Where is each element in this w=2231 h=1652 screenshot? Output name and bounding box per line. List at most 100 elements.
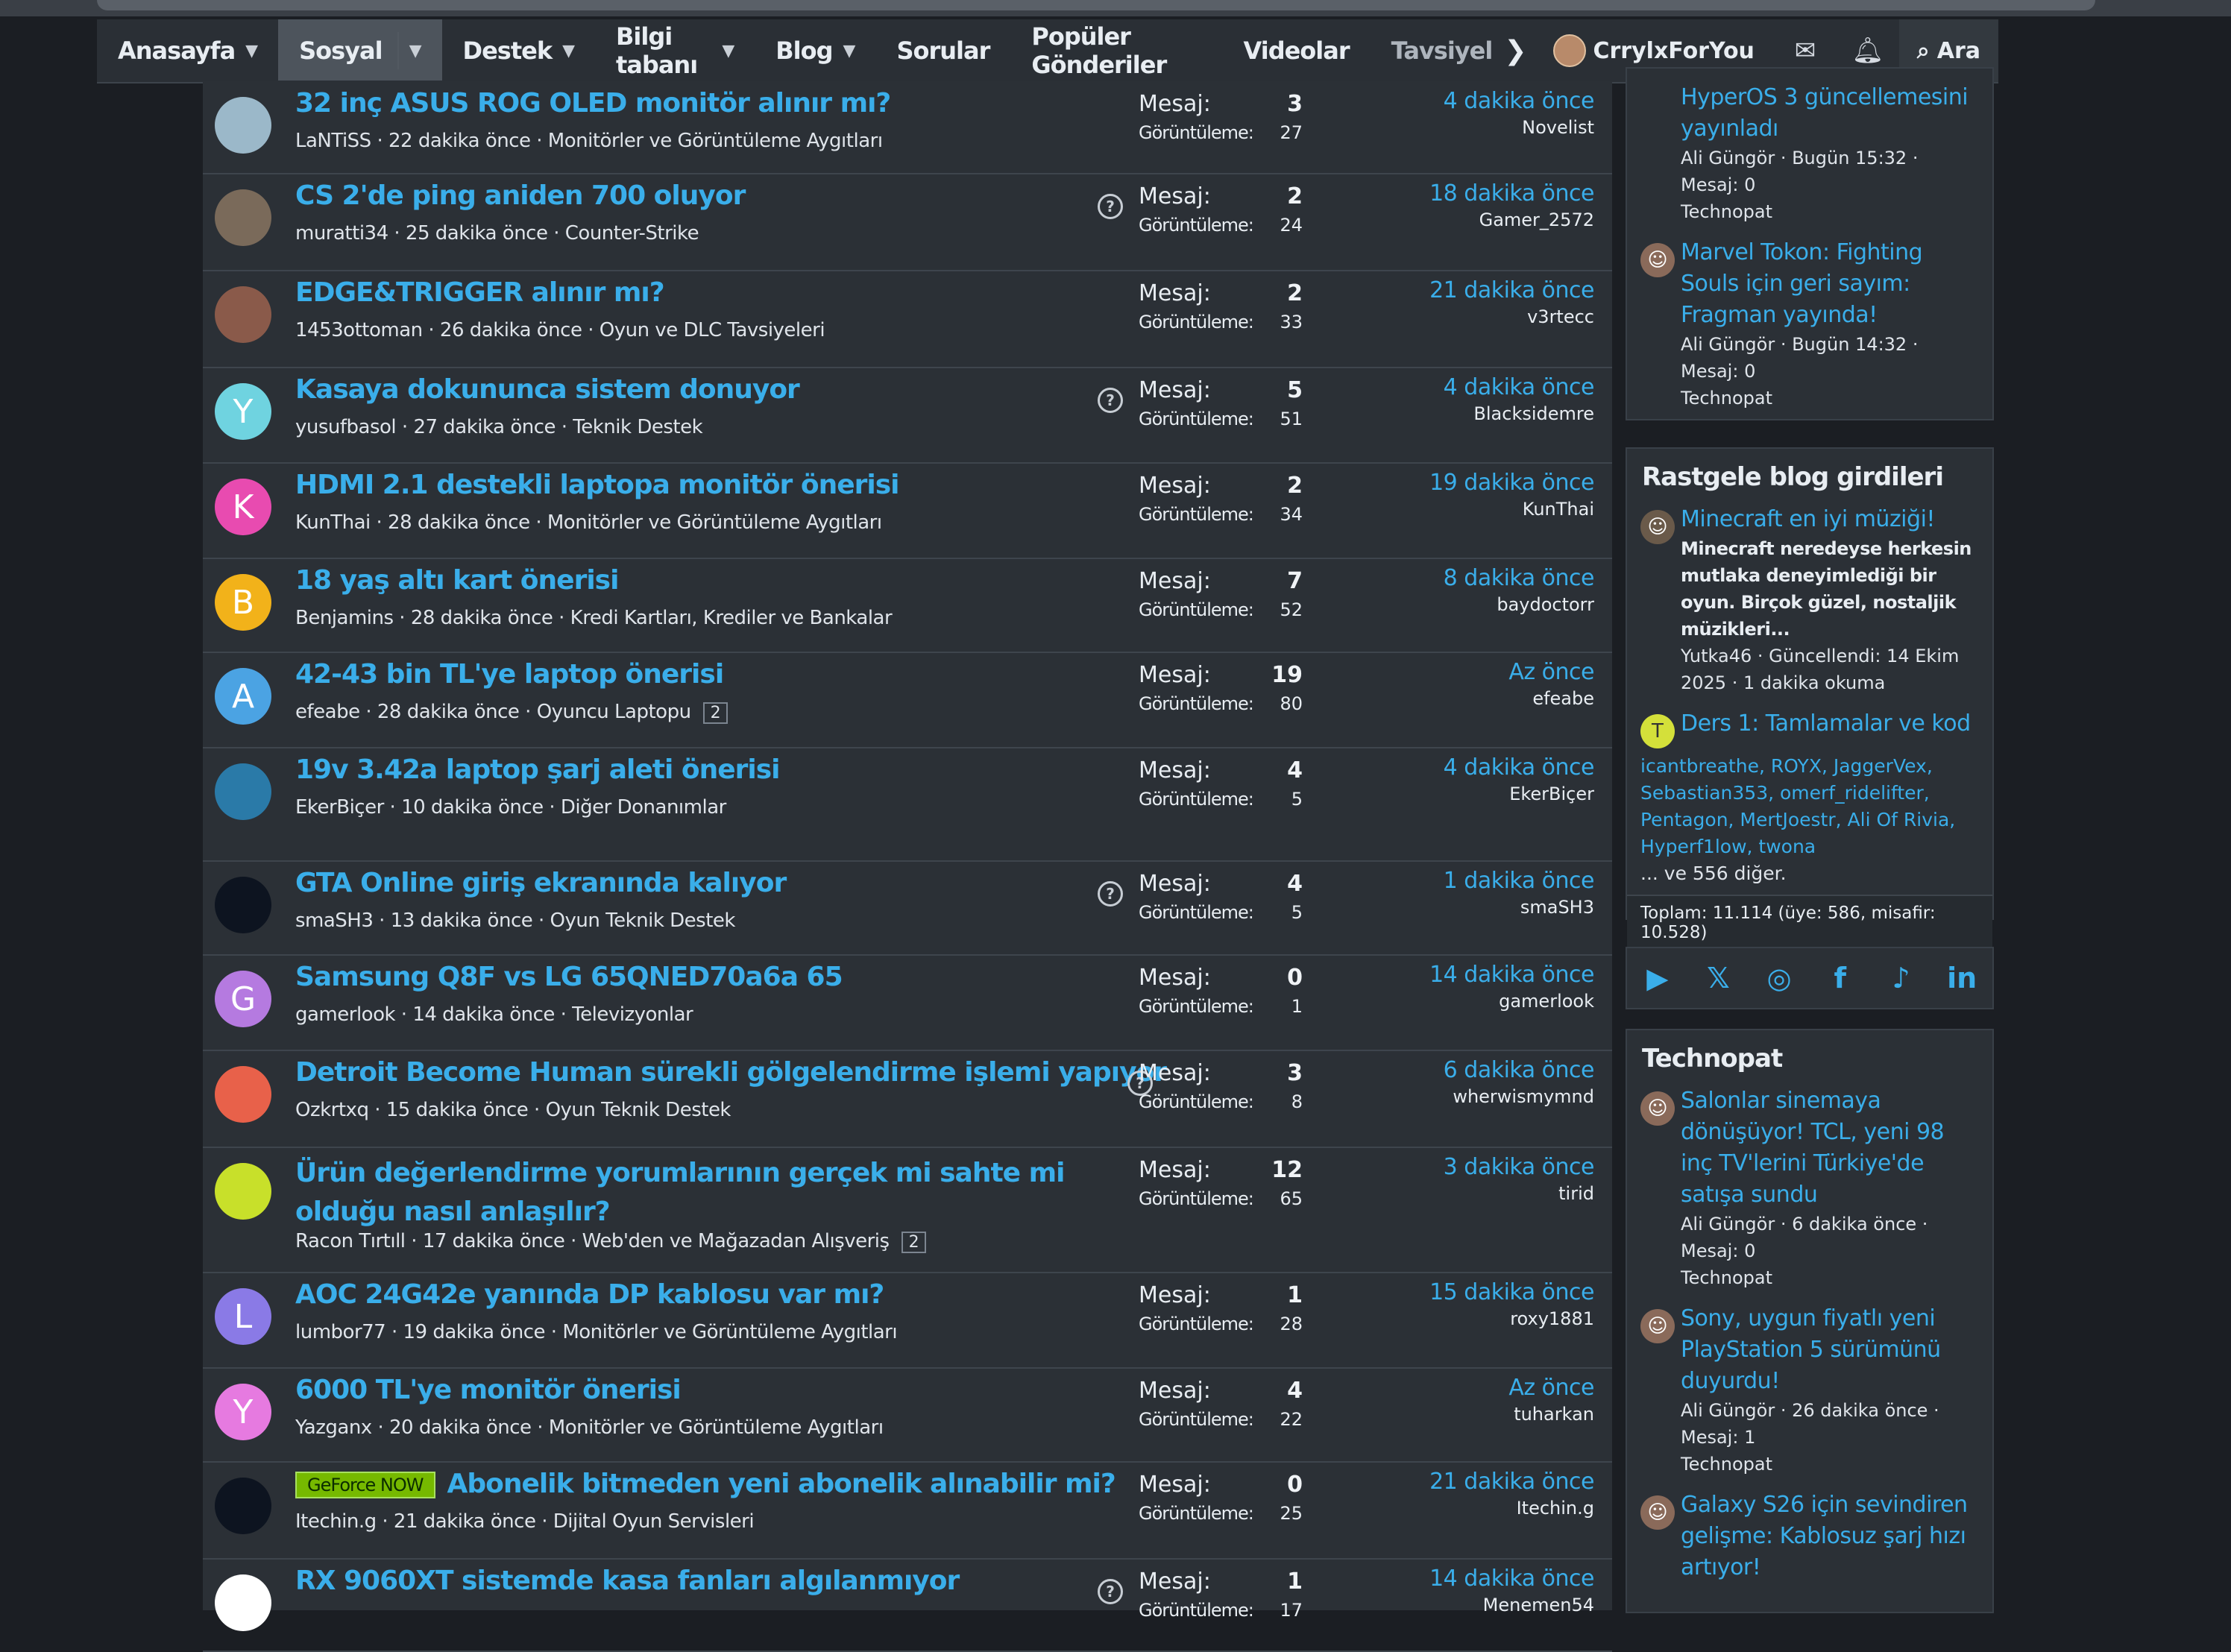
online-users-list[interactable]: icantbreathe, ROYX, JaggerVex, Sebastian…	[1627, 747, 1992, 895]
thread-title[interactable]: Detroit Become Human sürekli gölgelendir…	[295, 1057, 1167, 1088]
news-source[interactable]: Technopat	[1681, 198, 1979, 225]
thread-row[interactable]: CS 2'de ping aniden 700 oluyor muratti34 …	[203, 173, 1612, 271]
thread-title-wrap[interactable]: 42-43 bin TL'ye laptop önerisi	[295, 659, 1250, 690]
chevron-down-icon[interactable]: ▼	[409, 42, 422, 60]
blog-title[interactable]: Ders 1: Tamlamalar ve kod	[1681, 708, 1979, 740]
linkedin-icon[interactable]: in	[1942, 959, 1981, 997]
last-post-time[interactable]: Az önce	[1371, 1375, 1594, 1401]
last-post-time[interactable]: 6 dakika önce	[1371, 1057, 1595, 1083]
last-post[interactable]: 18 dakika önce Gamer_2572	[1371, 180, 1594, 230]
last-post-user[interactable]: tuharkan	[1371, 1404, 1594, 1425]
nav-populer[interactable]: Popüler Gönderiler	[1010, 19, 1222, 82]
last-post[interactable]: 21 dakika önce v3rtecc	[1371, 277, 1594, 327]
online-users[interactable]: icantbreathe, ROYX, JaggerVex, Sebastian…	[1640, 755, 1955, 857]
chevron-down-icon[interactable]: ▼	[722, 42, 734, 60]
nav-sorular[interactable]: Sorular	[875, 19, 1010, 82]
last-post[interactable]: 3 dakika önce tirid	[1371, 1154, 1595, 1204]
last-post-user[interactable]: roxy1881	[1371, 1308, 1594, 1329]
thread-row[interactable]: L AOC 24G42e yanında DP kablosu var mı? lu…	[203, 1272, 1612, 1369]
thread-title-wrap[interactable]: HDMI 2.1 destekli laptopa monitör öneris…	[295, 470, 1250, 500]
news-title[interactable]: Salonlar sinemaya dönüşüyor! TCL, yeni 9…	[1681, 1085, 1979, 1211]
blog-entry[interactable]: ☺ Minecraft en iyi müziği! Minecraft ner…	[1627, 499, 1992, 704]
last-post-time[interactable]: 15 dakika önce	[1371, 1279, 1594, 1305]
avatar[interactable]: Y	[215, 383, 271, 440]
last-post[interactable]: 6 dakika önce wherwismymnd	[1371, 1057, 1595, 1107]
news-item[interactable]: ☺ Marvel Tokon: Fighting Souls için geri…	[1627, 233, 1992, 419]
last-post[interactable]: 19 dakika önce KunThai	[1371, 470, 1594, 520]
avatar[interactable]	[215, 189, 271, 246]
nav-scroll-right[interactable]: ❯	[1497, 19, 1533, 82]
youtube-icon[interactable]: ▶	[1638, 959, 1677, 997]
last-post-time[interactable]: 18 dakika önce	[1371, 180, 1594, 206]
last-post-time[interactable]: 21 dakika önce	[1371, 277, 1594, 303]
thread-row[interactable]: Y 6000 TL'ye monitör önerisi Yazganx · 20 …	[203, 1367, 1612, 1463]
last-post-user[interactable]: tirid	[1371, 1183, 1594, 1204]
instagram-icon[interactable]: ◎	[1760, 959, 1799, 997]
page-link[interactable]: 2	[702, 702, 729, 724]
last-post[interactable]: 4 dakika önce EkerBiçer	[1371, 754, 1595, 804]
thread-title-wrap[interactable]: Ürün değerlendirme yorumlarının gerçek m…	[295, 1154, 1116, 1232]
avatar[interactable]: L	[215, 1288, 271, 1345]
avatar[interactable]: K	[215, 479, 271, 535]
news-title[interactable]: Marvel Tokon: Fighting Souls için geri s…	[1681, 237, 1979, 331]
avatar[interactable]: B	[215, 574, 271, 631]
thread-title-wrap[interactable]: 18 yaş altı kart önerisi	[295, 565, 1250, 596]
last-post-user[interactable]: KunThai	[1371, 499, 1594, 520]
news-source[interactable]: Technopat	[1681, 1451, 1979, 1478]
news-title[interactable]: HyperOS 3 güncellemesini yayınladı	[1681, 82, 1979, 145]
nav-bilgi-tabani[interactable]: Bilgi tabanı ▼	[595, 19, 755, 82]
thread-row[interactable]: GTA Online giriş ekranında kalıyor smaSH3…	[203, 860, 1612, 956]
last-post[interactable]: 4 dakika önce Novelist	[1371, 88, 1595, 138]
nav-videolar[interactable]: Videolar	[1223, 19, 1371, 82]
news-source[interactable]: Technopat	[1681, 385, 1979, 412]
avatar[interactable]	[215, 1478, 271, 1534]
last-post-user[interactable]: EkerBiçer	[1371, 784, 1594, 804]
thread-title-wrap[interactable]: Samsung Q8F vs LG 65QNED70a6a 65	[295, 962, 1250, 992]
thread-title[interactable]: Abonelik bitmeden yeni abonelik alınabil…	[447, 1469, 1116, 1499]
avatar[interactable]	[215, 877, 271, 933]
thread-row[interactable]: RX 9060XT sistemde kasa fanları algılanm…	[203, 1558, 1612, 1652]
thread-row[interactable]: Ürün değerlendirme yorumlarının gerçek m…	[203, 1147, 1612, 1273]
last-post-time[interactable]: 19 dakika önce	[1371, 470, 1594, 496]
x-icon[interactable]: 𝕏	[1699, 959, 1737, 997]
nav-destek[interactable]: Destek ▼	[442, 19, 596, 82]
last-post-user[interactable]: Novelist	[1371, 117, 1594, 138]
last-post-time[interactable]: 8 dakika önce	[1371, 565, 1595, 591]
avatar[interactable]	[215, 763, 271, 820]
last-post[interactable]: 14 dakika önce gamerlook	[1371, 962, 1594, 1012]
thread-title[interactable]: Kasaya dokununca sistem donuyor	[295, 374, 800, 405]
thread-row[interactable]: K HDMI 2.1 destekli laptopa monitör öneri…	[203, 462, 1612, 559]
thread-title[interactable]: 6000 TL'ye monitör önerisi	[295, 1375, 682, 1405]
thread-title[interactable]: Ürün değerlendirme yorumlarının gerçek m…	[295, 1158, 1065, 1227]
last-post-user[interactable]: efeabe	[1371, 688, 1594, 709]
thread-row[interactable]: Detroit Become Human sürekli gölgelendir…	[203, 1050, 1612, 1148]
chevron-down-icon[interactable]: ▼	[843, 42, 856, 60]
news-title[interactable]: Sony, uygun fiyatlı yeni PlayStation 5 s…	[1681, 1303, 1979, 1397]
thread-title[interactable]: GTA Online giriş ekranında kalıyor	[295, 868, 787, 898]
news-item[interactable]: ☺ Salonlar sinemaya dönüşüyor! TCL, yeni…	[1627, 1081, 1992, 1299]
last-post-time[interactable]: 4 dakika önce	[1371, 88, 1595, 114]
news-item[interactable]: ☺ Sony, uygun fiyatlı yeni PlayStation 5…	[1627, 1299, 1992, 1485]
avatar[interactable]	[215, 1574, 271, 1631]
thread-row[interactable]: B 18 yaş altı kart önerisi Benjamins · 28 …	[203, 558, 1612, 653]
avatar[interactable]	[215, 286, 271, 343]
thread-title-wrap[interactable]: EDGE&TRIGGER alınır mı?	[295, 277, 1250, 308]
last-post-time[interactable]: 1 dakika önce	[1371, 868, 1595, 894]
thread-title-wrap[interactable]: 6000 TL'ye monitör önerisi	[295, 1375, 1250, 1405]
last-post-time[interactable]: 4 dakika önce	[1371, 374, 1595, 400]
thread-title-wrap[interactable]: GeForce NOW Abonelik bitmeden yeni abonel…	[295, 1469, 1250, 1499]
thread-row[interactable]: GeForce NOW Abonelik bitmeden yeni abonel…	[203, 1461, 1612, 1560]
last-post-user[interactable]: Itechin.g	[1371, 1498, 1594, 1519]
last-post-user[interactable]: wherwismymnd	[1371, 1086, 1594, 1107]
avatar[interactable]	[215, 1163, 271, 1220]
thread-title-wrap[interactable]: AOC 24G42e yanında DP kablosu var mı?	[295, 1279, 1250, 1310]
thread-title[interactable]: AOC 24G42e yanında DP kablosu var mı?	[295, 1279, 884, 1310]
avatar[interactable]	[215, 1066, 271, 1123]
last-post-user[interactable]: v3rtecc	[1371, 306, 1594, 327]
thread-row[interactable]: Y Kasaya dokununca sistem donuyor yusufbas…	[203, 367, 1612, 464]
thread-row[interactable]: A 42-43 bin TL'ye laptop önerisi efeabe · …	[203, 652, 1612, 748]
user-menu[interactable]: CrrylxForYou	[1534, 34, 1774, 67]
chevron-right-icon[interactable]: ❯	[1504, 36, 1526, 66]
thread-row[interactable]: G Samsung Q8F vs LG 65QNED70a6a 65 gamerlo…	[203, 954, 1612, 1051]
thread-title[interactable]: 18 yaş altı kart önerisi	[295, 565, 619, 596]
